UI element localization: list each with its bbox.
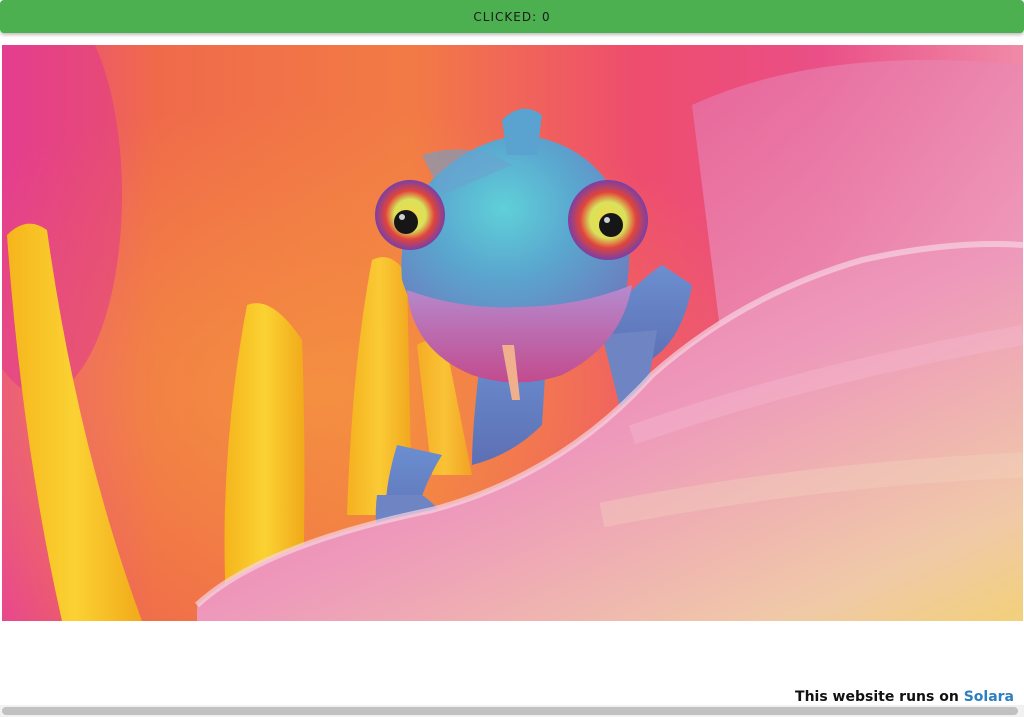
solara-link[interactable]: Solara [964, 689, 1014, 705]
scrollbar-thumb[interactable] [2, 707, 1018, 715]
clicked-counter-label: CLICKED: 0 [473, 9, 551, 24]
horizontal-scrollbar[interactable] [0, 705, 1024, 717]
footer-credit: This website runs on Solara [795, 689, 1014, 705]
clicked-counter-button[interactable]: CLICKED: 0 [0, 0, 1024, 33]
footer-prefix: This website runs on [795, 689, 959, 705]
chameleon-image [2, 45, 1023, 621]
